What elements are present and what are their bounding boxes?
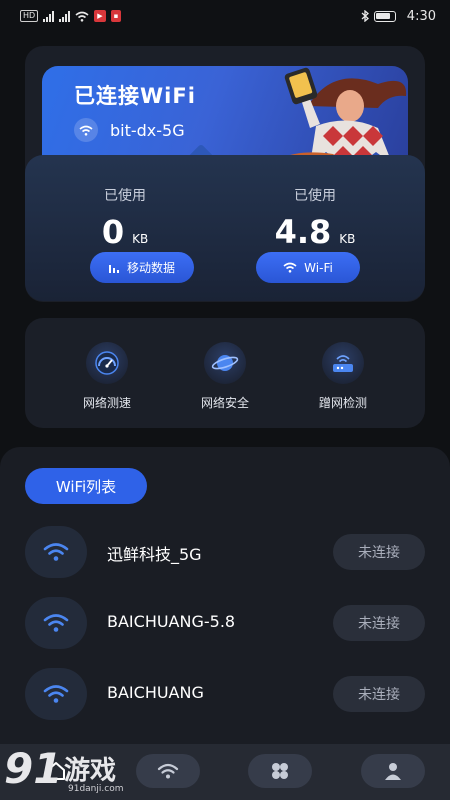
signal-icon <box>43 10 55 22</box>
status-right: 4:30 <box>361 9 436 24</box>
wifi-list-tab[interactable]: WiFi列表 <box>25 468 147 504</box>
wifi-icon <box>157 763 179 779</box>
wifi-button[interactable]: Wi-Fi <box>256 252 360 283</box>
nav-profile[interactable] <box>361 754 425 788</box>
usage-panel: 已使用 0 KB 已使用 4.8 KB 移动数据 Wi-Fi <box>25 155 425 301</box>
ssid-row: bit-dx-5G <box>74 118 185 142</box>
wifi-list-item[interactable]: 迅鲜科技_5G 未连接 <box>25 526 425 578</box>
wifi-icon <box>25 668 87 720</box>
tool-freeloader-detection[interactable]: 蹭网检测 <box>288 342 398 411</box>
watermark-logo: 91 游戏 91danji.com <box>4 744 144 800</box>
wifi-icon <box>74 118 98 142</box>
connect-status-button[interactable]: 未连接 <box>333 534 425 570</box>
wifi-icon <box>25 526 87 578</box>
mobile-data-button[interactable]: 移动数据 <box>90 252 194 283</box>
tool-speed-test-label: 网络测速 <box>82 396 131 410</box>
nav-apps[interactable] <box>248 754 312 788</box>
clock: 4:30 <box>406 8 436 24</box>
wifi-list-item[interactable]: BAICHUANG-5.8 未连接 <box>25 597 425 649</box>
wifi-usage-value-row: 4.8 KB <box>235 213 395 251</box>
wifi-network-name: BAICHUANG-5.8 <box>107 612 236 631</box>
tool-network-security[interactable]: 网络安全 <box>170 342 280 411</box>
battery-icon <box>373 10 396 22</box>
tool-network-security-label: 网络安全 <box>200 396 249 410</box>
bluetooth-icon <box>361 10 369 22</box>
banner-title: 已连接WiFi <box>74 84 196 108</box>
tool-freeloader-detection-label: 蹭网检测 <box>318 396 367 410</box>
hd-badge: HD <box>20 10 39 22</box>
speedometer-icon <box>86 342 128 384</box>
planet-icon <box>204 342 246 384</box>
mobile-usage-value: 0 <box>101 213 125 251</box>
mobile-data-label: 移动数据 <box>126 261 175 275</box>
mobile-usage-unit: KB <box>132 232 149 246</box>
mobile-usage-value-row: 0 KB <box>45 213 205 251</box>
wifi-icon <box>25 597 87 649</box>
signal-icon-2 <box>59 10 71 22</box>
app-notification-badge: ▶ <box>94 10 106 22</box>
wifi-status-icon <box>75 11 89 22</box>
wifi-usage-value: 4.8 <box>274 213 332 251</box>
connect-status-button[interactable]: 未连接 <box>333 605 425 641</box>
mobile-usage-label: 已使用 <box>104 188 146 204</box>
wifi-network-name: BAICHUANG <box>107 683 204 702</box>
wifi-button-label: Wi-Fi <box>304 260 333 275</box>
wifi-usage-unit: KB <box>339 232 356 246</box>
mobile-usage: 已使用 0 KB <box>45 185 205 251</box>
apps-icon <box>272 763 288 779</box>
status-bar: HD ▶ ▪ 4:30 <box>0 0 450 32</box>
profile-icon <box>385 763 401 780</box>
connect-status-button[interactable]: 未连接 <box>333 676 425 712</box>
watermark-url: 91danji.com <box>68 784 124 794</box>
router-icon <box>322 342 364 384</box>
watermark-number: 91 <box>4 744 63 793</box>
wifi-usage-label: 已使用 <box>294 188 336 204</box>
wifi-network-name: 迅鲜科技_5G <box>107 545 202 564</box>
bar-chart-icon <box>108 264 119 273</box>
tool-speed-test[interactable]: 网络测速 <box>52 342 162 411</box>
wifi-list-item[interactable]: BAICHUANG 未连接 <box>25 668 425 720</box>
status-left: HD ▶ ▪ <box>20 10 122 22</box>
nav-wifi[interactable] <box>136 754 200 788</box>
connected-ssid: bit-dx-5G <box>110 120 185 140</box>
wifi-icon <box>283 262 297 273</box>
wifi-usage: 已使用 4.8 KB <box>235 185 395 251</box>
app-notification-badge-2: ▪ <box>110 10 122 22</box>
watermark-text: 游戏 <box>64 756 117 786</box>
tools-card: 网络测速 网络安全 蹭网检测 <box>25 318 425 428</box>
